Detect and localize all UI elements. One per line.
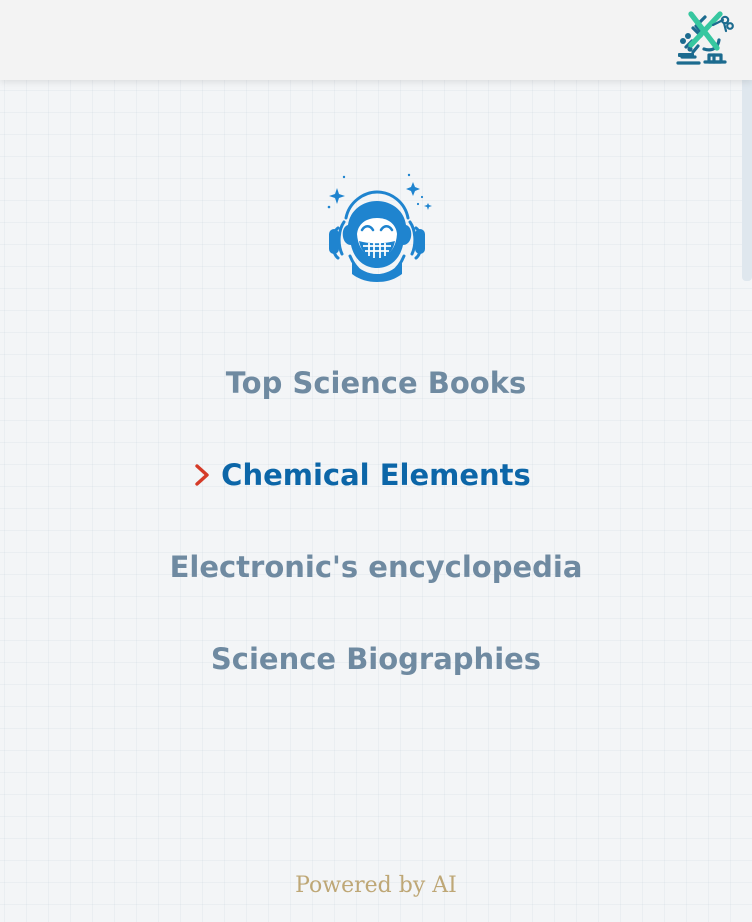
vertical-scrollbar[interactable] xyxy=(740,80,752,922)
menu-item-label: Top Science Books xyxy=(225,366,527,400)
menu-item-label: Chemical Elements xyxy=(221,458,531,492)
astronaut-monkey-icon xyxy=(321,170,433,288)
chevron-right-icon xyxy=(193,435,211,515)
menu-item-label: Science Biographies xyxy=(210,642,542,676)
page-background: Top Science Books Chemical Elements Elec… xyxy=(0,0,752,922)
powered-by-footer: Powered by AI xyxy=(295,873,457,898)
menu-item-chemical-elements[interactable]: Chemical Elements xyxy=(0,435,752,527)
science-topic-menu: Top Science Books Chemical Elements Elec… xyxy=(0,343,752,711)
scrollbar-thumb[interactable] xyxy=(742,80,752,281)
microscope-x-logo-button[interactable] xyxy=(674,10,734,68)
menu-item-top-science-books[interactable]: Top Science Books xyxy=(0,343,752,435)
menu-item-label: Electronic's encyclopedia xyxy=(169,550,583,584)
microscope-x-icon xyxy=(676,11,734,65)
menu-item-science-biographies[interactable]: Science Biographies xyxy=(0,619,752,711)
menu-item-electronics-encyclopedia[interactable]: Electronic's encyclopedia xyxy=(0,527,752,619)
top-navigation-bar xyxy=(0,0,752,80)
